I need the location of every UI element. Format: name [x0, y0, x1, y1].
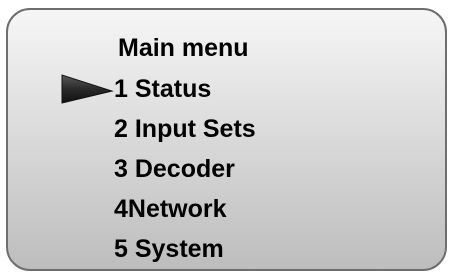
menu-item-input-sets[interactable]: 2 Input Sets: [114, 109, 256, 149]
selection-pointer-icon: [60, 73, 114, 105]
menu-item-status[interactable]: 1 Status: [114, 69, 256, 109]
menu-item-network[interactable]: 4Network: [114, 189, 256, 229]
menu-item-system[interactable]: 5 System: [114, 229, 256, 269]
menu-item-decoder[interactable]: 3 Decoder: [114, 149, 256, 189]
menu-title: Main menu: [118, 34, 249, 62]
main-menu-list: 1 Status 2 Input Sets 3 Decoder 4Network…: [114, 69, 256, 269]
